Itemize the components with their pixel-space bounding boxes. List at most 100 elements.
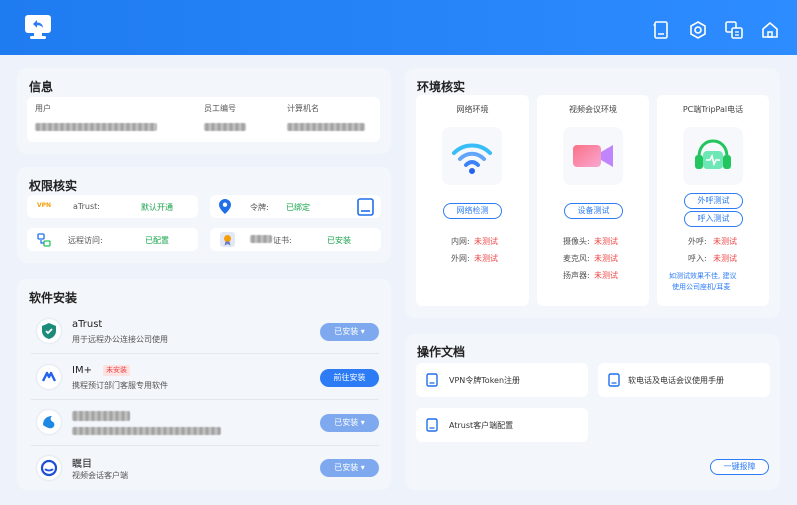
remote-label: 远程访问: (68, 236, 103, 245)
remote-permission-row: 远程访问: 已配置 (27, 228, 198, 251)
atrust-label: aTrust: (73, 202, 100, 211)
atrust-status: 默认开通 (141, 203, 173, 212)
microphone-status: 未测试 (594, 254, 618, 263)
permission-card: 权限核实 VPN aTrust: 默认开通 令牌: 已绑定 远程访问: 已配置 … (17, 167, 391, 263)
installed-button[interactable]: 已安装 ▾ (320, 414, 379, 432)
software-desc-redacted (72, 427, 221, 435)
wifi-icon (442, 127, 502, 185)
microphone-label: 麦克风: (563, 254, 590, 263)
book-icon[interactable] (651, 20, 671, 40)
token-label: 令牌: (250, 203, 269, 212)
docs-card: 操作文档 VPN令牌Token注册 软电话及电话会议使用手册 Atrust客户端… (405, 334, 780, 490)
info-card: 信息 用户 员工编号 计算机名 (17, 68, 391, 154)
phone-panel: PC端TripPal电话 外呼测试 呼入测试 外呼: 未测试 呼入: 未测试 如… (657, 95, 769, 306)
go-install-button[interactable]: 前往安装 (320, 369, 379, 387)
im-logo-icon (37, 365, 61, 389)
atrust-permission-row: VPN aTrust: 默认开通 (27, 195, 198, 218)
phone-tip-line-1: 如测试效果不佳, 建议 (669, 272, 737, 280)
atrust-installed-button[interactable]: 已安装 ▾ (320, 323, 379, 341)
phone-tip-line-2: 使用公司座机/耳麦 (672, 283, 731, 291)
outbound-status: 未测试 (713, 237, 737, 246)
camera-status: 未测试 (594, 237, 618, 246)
divider (31, 353, 379, 354)
doc-item[interactable]: 软电话及电话会议使用手册 (598, 363, 770, 397)
speaker-status: 未测试 (594, 271, 618, 280)
one-click-report-button[interactable]: 一键报障 (710, 459, 769, 475)
divider (31, 399, 379, 400)
zhumu-logo-icon (37, 456, 61, 480)
software-name-redacted (72, 411, 130, 421)
inbound-test-button[interactable]: 呼入测试 (684, 211, 743, 227)
inbound-label: 呼入: (688, 254, 707, 263)
token-book-icon[interactable] (357, 198, 374, 216)
phone-title: PC端TripPal电话 (682, 105, 744, 114)
doc-title: Atrust客户端配置 (449, 421, 514, 430)
atrust-logo-icon (37, 319, 61, 343)
location-pin-icon (219, 199, 231, 214)
document-icon (426, 373, 438, 387)
divider (31, 445, 379, 446)
intranet-label: 内网: (451, 237, 470, 246)
software-name: IM+ (72, 365, 92, 376)
internet-status: 未测试 (474, 254, 498, 263)
camera-label: 摄像头: (563, 237, 590, 246)
info-panel: 用户 员工编号 计算机名 (27, 97, 380, 142)
software-title: 软件安装 (29, 291, 78, 305)
cert-name-redacted (250, 235, 272, 243)
user-value-redacted (35, 123, 157, 131)
document-icon (426, 418, 438, 432)
environment-card: 环境核实 网络环境 网络检测 内网: 未测试 外网: 未测试 视频会议环境 设备 (405, 68, 780, 318)
software-desc: 携程预订部门客服专用软件 (72, 381, 168, 390)
outbound-test-button[interactable]: 外呼测试 (684, 193, 743, 209)
document-icon (608, 373, 620, 387)
network-panel: 网络环境 网络检测 内网: 未测试 外网: 未测试 (416, 95, 529, 306)
software-desc: 用于远程办公连接公司使用 (72, 335, 168, 344)
cert-status: 已安装 (327, 236, 351, 245)
permission-title: 权限核实 (29, 179, 78, 193)
doc-item[interactable]: Atrust客户端配置 (416, 408, 588, 442)
dolphin-logo-icon (37, 410, 61, 434)
doc-title: VPN令牌Token注册 (449, 376, 521, 385)
employee-id-label: 员工编号 (204, 104, 236, 113)
inbound-status: 未测试 (713, 254, 737, 263)
home-icon[interactable] (760, 20, 780, 40)
network-title: 网络环境 (456, 105, 489, 114)
computer-name-redacted (287, 123, 365, 131)
doc-item[interactable]: VPN令牌Token注册 (416, 363, 588, 397)
cert-permission-row: 证书: 已安装 (210, 228, 381, 251)
docs-title: 操作文档 (417, 345, 466, 359)
certificate-icon (220, 232, 235, 247)
computer-name-label: 计算机名 (287, 104, 319, 113)
token-permission-row: 令牌: 已绑定 (210, 195, 381, 218)
app-logo-icon (24, 14, 52, 40)
remote-access-icon (37, 233, 51, 247)
software-name: aTrust (72, 319, 103, 330)
speaker-label: 扬声器: (563, 271, 590, 280)
not-installed-badge: 未安装 (103, 365, 130, 376)
video-title: 视频会议环境 (569, 105, 617, 114)
intranet-status: 未测试 (474, 237, 498, 246)
remote-status: 已配置 (145, 236, 169, 245)
user-label: 用户 (35, 104, 51, 113)
environment-title: 环境核实 (417, 80, 466, 94)
translate-icon[interactable] (724, 20, 744, 40)
headset-icon (683, 127, 743, 185)
network-test-button[interactable]: 网络检测 (443, 203, 502, 219)
video-camera-icon (563, 127, 623, 185)
top-bar (0, 0, 797, 55)
info-title: 信息 (29, 80, 54, 94)
token-status: 已绑定 (286, 203, 310, 212)
video-panel: 视频会议环境 设备测试 摄像头: 未测试 麦克风: 未测试 扬声器: 未测试 (537, 95, 649, 306)
outbound-label: 外呼: (688, 237, 707, 246)
zhumu-installed-button[interactable]: 已安装 ▾ (320, 459, 379, 477)
cert-label: 证书: (273, 236, 292, 245)
employee-id-redacted (204, 123, 246, 131)
software-card: 软件安装 aTrust 用于远程办公连接公司使用 已安装 ▾ IM+ 未安装 携… (17, 279, 391, 490)
device-test-button[interactable]: 设备测试 (564, 203, 623, 219)
software-name: 瞩目 (72, 459, 92, 470)
software-desc: 视频会话客户端 (72, 471, 128, 480)
doc-title: 软电话及电话会议使用手册 (628, 376, 724, 385)
support-icon[interactable] (688, 20, 708, 40)
vpn-tag: VPN (37, 202, 52, 209)
internet-label: 外网: (451, 254, 470, 263)
